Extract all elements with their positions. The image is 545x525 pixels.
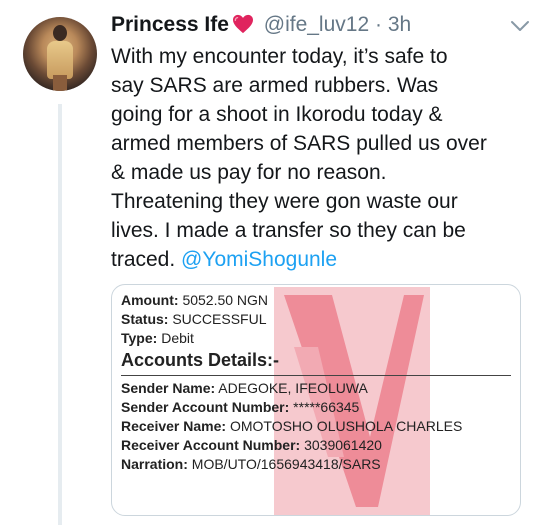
tweet-body: With my encounter today, it’s safe to sa… bbox=[111, 42, 531, 274]
tweet-text-line: going for a shoot in Ikorodu today & bbox=[111, 103, 443, 126]
amount-row: Amount: 5052.50 NGN bbox=[121, 292, 269, 308]
receiver-name-row: Receiver Name: OMOTOSHO OLUSHOLA CHARLES bbox=[121, 418, 463, 434]
tweet-text-line: lives. I made a transfer so they can be bbox=[111, 219, 466, 242]
tweet-text-line: traced. @YomiShogunle bbox=[111, 245, 531, 274]
attached-image-card[interactable]: Amount: 5052.50 NGN Status: SUCCESSFUL T… bbox=[111, 284, 521, 516]
chevron-down-icon[interactable] bbox=[509, 18, 531, 34]
tweet-text-line: armed members of SARS pulled us over bbox=[111, 132, 487, 155]
tweet-text-line: Threatening they were gon waste our bbox=[111, 190, 458, 213]
sender-name-row: Sender Name: ADEGOKE, IFEOLUWA bbox=[121, 380, 368, 396]
type-row: Type: Debit bbox=[121, 330, 194, 346]
receiver-account-row: Receiver Account Number: 3039061420 bbox=[121, 437, 382, 453]
sender-account-row: Sender Account Number: *****66345 bbox=[121, 399, 360, 415]
divider bbox=[121, 375, 511, 376]
status-row: Status: SUCCESSFUL bbox=[121, 311, 267, 327]
thread-connector-line bbox=[58, 104, 62, 525]
author-handle[interactable]: @ife_luv12 bbox=[264, 13, 369, 36]
tweet-header: Princess Ife @ife_luv12 · 3h bbox=[111, 11, 411, 42]
tweet-text-line: With my encounter today, it’s safe to bbox=[111, 45, 448, 68]
red-heart-icon bbox=[232, 14, 254, 42]
transfer-receipt: Amount: 5052.50 NGN Status: SUCCESSFUL T… bbox=[121, 291, 516, 474]
narration-row: Narration: MOB/UTO/1656943418/SARS bbox=[121, 456, 381, 472]
tweet-timestamp[interactable]: 3h bbox=[388, 13, 411, 36]
tweet-text-line-end: traced. bbox=[111, 248, 176, 271]
mention-link[interactable]: @YomiShogunle bbox=[181, 248, 337, 271]
accounts-details-heading: Accounts Details:- bbox=[121, 350, 280, 370]
tweet-text-line: & made us pay for no reason. bbox=[111, 161, 387, 184]
header-separator: · bbox=[374, 13, 382, 36]
avatar[interactable] bbox=[23, 17, 97, 91]
author-name[interactable]: Princess Ife bbox=[111, 13, 229, 36]
tweet-text-line: say SARS are armed rubbers. Was bbox=[111, 74, 439, 97]
